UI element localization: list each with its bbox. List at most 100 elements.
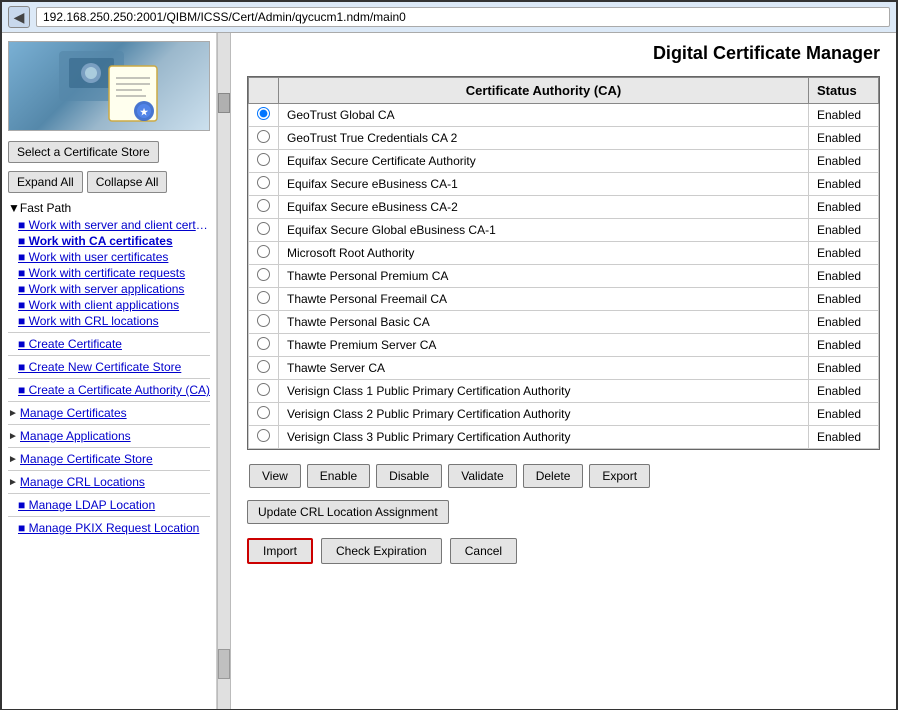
nav-manage-cert-store[interactable]: Manage Certificate Store: [20, 451, 153, 467]
status-cell: Enabled: [809, 311, 879, 334]
ca-radio-8[interactable]: [257, 268, 270, 281]
ca-name-cell: Microsoft Root Authority: [279, 242, 809, 265]
radio-cell[interactable]: [249, 196, 279, 219]
ca-radio-11[interactable]: [257, 337, 270, 350]
nav-work-server-apps[interactable]: ■ Work with server applications: [8, 281, 210, 297]
ca-radio-15[interactable]: [257, 429, 270, 442]
nav-section: ▼Fast Path ■ Work with server and client…: [8, 201, 210, 536]
ca-radio-2[interactable]: [257, 130, 270, 143]
ca-radio-7[interactable]: [257, 245, 270, 258]
nav-work-cert-requests[interactable]: ■ Work with certificate requests: [8, 265, 210, 281]
import-button[interactable]: Import: [247, 538, 313, 564]
col-header-ca: Certificate Authority (CA): [279, 78, 809, 104]
nav-create-ca[interactable]: ■ Create a Certificate Authority (CA): [8, 382, 210, 398]
svg-text:★: ★: [140, 107, 149, 117]
manage-certs-arrow: ►: [8, 408, 18, 419]
back-button[interactable]: ◀: [8, 6, 30, 28]
ca-radio-3[interactable]: [257, 153, 270, 166]
ca-name-cell: Thawte Personal Freemail CA: [279, 288, 809, 311]
radio-cell[interactable]: [249, 127, 279, 150]
radio-cell[interactable]: [249, 242, 279, 265]
ca-name-cell: GeoTrust Global CA: [279, 104, 809, 127]
nav-manage-apps[interactable]: Manage Applications: [20, 428, 131, 444]
url-bar[interactable]: [36, 7, 890, 27]
table-row: Equifax Secure Global eBusiness CA-1 Ena…: [249, 219, 879, 242]
browser-bar: ◀: [2, 2, 896, 33]
delete-button[interactable]: Delete: [523, 464, 584, 488]
cancel-button[interactable]: Cancel: [450, 538, 517, 564]
fast-path-label: ▼Fast Path: [8, 201, 210, 215]
col-header-status: Status: [809, 78, 879, 104]
radio-cell[interactable]: [249, 357, 279, 380]
status-cell: Enabled: [809, 173, 879, 196]
main-layout: ★ Select a Certificate Store Expand All …: [2, 33, 896, 709]
col-header-select: [249, 78, 279, 104]
ca-name-cell: Equifax Secure Certificate Authority: [279, 150, 809, 173]
table-row: GeoTrust Global CA Enabled: [249, 104, 879, 127]
ca-name-cell: Verisign Class 1 Public Primary Certific…: [279, 380, 809, 403]
ca-name-cell: Thawte Personal Premium CA: [279, 265, 809, 288]
status-cell: Enabled: [809, 334, 879, 357]
status-cell: Enabled: [809, 403, 879, 426]
ca-radio-12[interactable]: [257, 360, 270, 373]
radio-cell[interactable]: [249, 403, 279, 426]
ca-table-wrapper: Certificate Authority (CA) Status GeoTru…: [247, 76, 880, 450]
nav-work-crl[interactable]: ■ Work with CRL locations: [8, 313, 210, 329]
radio-cell[interactable]: [249, 426, 279, 449]
check-expiration-button[interactable]: Check Expiration: [321, 538, 442, 564]
nav-manage-pkix[interactable]: ■ Manage PKIX Request Location: [8, 520, 210, 536]
ca-radio-14[interactable]: [257, 406, 270, 419]
nav-manage-crl[interactable]: Manage CRL Locations: [20, 474, 145, 490]
status-cell: Enabled: [809, 242, 879, 265]
manage-crl-arrow: ►: [8, 477, 18, 488]
expand-all-button[interactable]: Expand All: [8, 171, 83, 193]
radio-cell[interactable]: [249, 173, 279, 196]
nav-work-user-certs[interactable]: ■ Work with user certificates: [8, 249, 210, 265]
ca-name-cell: Equifax Secure eBusiness CA-2: [279, 196, 809, 219]
collapse-all-button[interactable]: Collapse All: [87, 171, 168, 193]
ca-radio-9[interactable]: [257, 291, 270, 304]
table-row: Microsoft Root Authority Enabled: [249, 242, 879, 265]
content-area: Digital Certificate Manager Certificate …: [231, 33, 896, 709]
disable-button[interactable]: Disable: [376, 464, 442, 488]
ca-name-cell: Verisign Class 2 Public Primary Certific…: [279, 403, 809, 426]
ca-radio-5[interactable]: [257, 199, 270, 212]
nav-work-server-client[interactable]: ■ Work with server and client certificat…: [8, 217, 210, 233]
select-cert-store-button[interactable]: Select a Certificate Store: [8, 141, 159, 163]
radio-cell[interactable]: [249, 150, 279, 173]
ca-table: Certificate Authority (CA) Status GeoTru…: [248, 77, 879, 449]
view-button[interactable]: View: [249, 464, 301, 488]
table-row: Equifax Secure eBusiness CA-2 Enabled: [249, 196, 879, 219]
nav-create-new-store[interactable]: ■ Create New Certificate Store: [8, 359, 210, 375]
radio-cell[interactable]: [249, 334, 279, 357]
nav-manage-ldap[interactable]: ■ Manage LDAP Location: [8, 497, 210, 513]
radio-cell[interactable]: [249, 104, 279, 127]
nav-work-client-apps[interactable]: ■ Work with client applications: [8, 297, 210, 313]
manage-apps-arrow: ►: [8, 431, 18, 442]
nav-create-cert[interactable]: ■ Create Certificate: [8, 336, 210, 352]
update-crl-button[interactable]: Update CRL Location Assignment: [247, 500, 449, 524]
validate-button[interactable]: Validate: [448, 464, 516, 488]
table-row: Equifax Secure Certificate Authority Ena…: [249, 150, 879, 173]
ca-name-cell: Thawte Premium Server CA: [279, 334, 809, 357]
nav-work-ca-certs[interactable]: ■ Work with CA certificates: [8, 233, 210, 249]
ca-radio-1[interactable]: [257, 107, 270, 120]
ca-name-cell: Equifax Secure Global eBusiness CA-1: [279, 219, 809, 242]
enable-button[interactable]: Enable: [307, 464, 370, 488]
ca-radio-13[interactable]: [257, 383, 270, 396]
ca-radio-10[interactable]: [257, 314, 270, 327]
radio-cell[interactable]: [249, 219, 279, 242]
export-button[interactable]: Export: [589, 464, 650, 488]
radio-cell[interactable]: [249, 380, 279, 403]
ca-name-cell: Equifax Secure eBusiness CA-1: [279, 173, 809, 196]
nav-manage-certs[interactable]: Manage Certificates: [20, 405, 127, 421]
status-cell: Enabled: [809, 426, 879, 449]
sidebar-scrollbar[interactable]: [217, 33, 231, 709]
radio-cell[interactable]: [249, 265, 279, 288]
ca-radio-4[interactable]: [257, 176, 270, 189]
radio-cell[interactable]: [249, 311, 279, 334]
radio-cell[interactable]: [249, 288, 279, 311]
table-row: Thawte Personal Premium CA Enabled: [249, 265, 879, 288]
ca-radio-6[interactable]: [257, 222, 270, 235]
status-cell: Enabled: [809, 380, 879, 403]
